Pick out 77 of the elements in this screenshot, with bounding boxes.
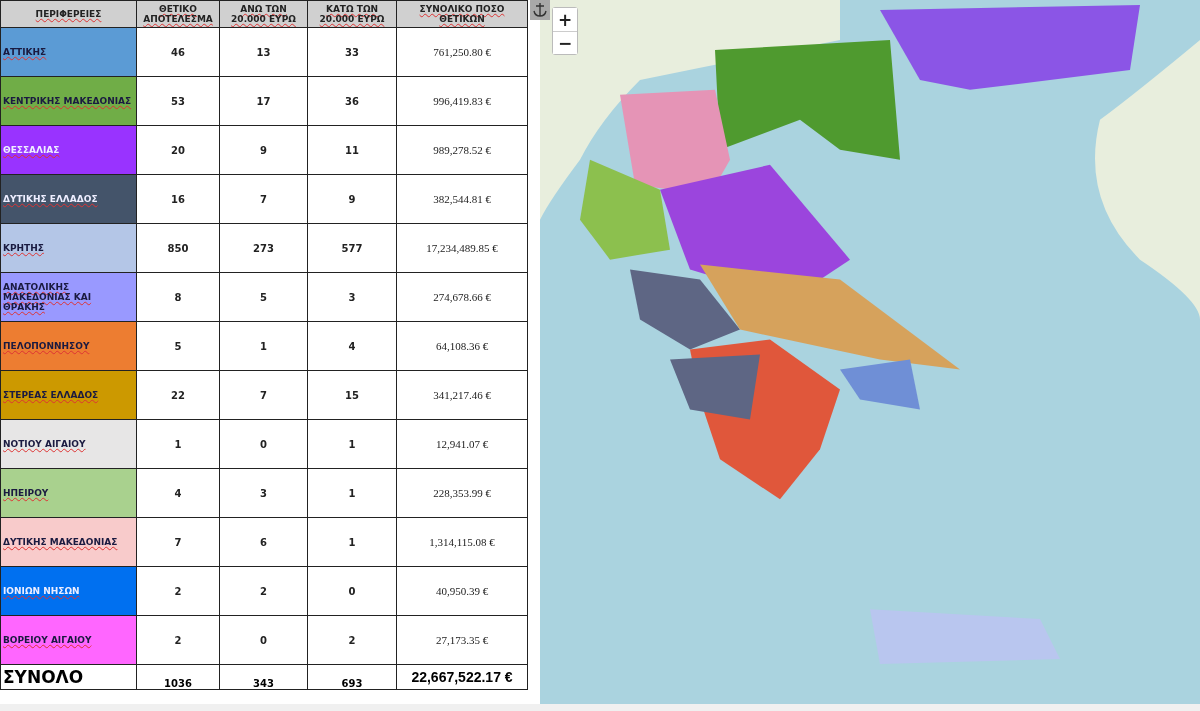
- table-cell: 64,108.36 €: [396, 321, 528, 371]
- table-cell: 228,353.99 €: [396, 468, 528, 518]
- table-cell: 8: [136, 272, 220, 322]
- table-cell: 996,419.83 €: [396, 76, 528, 126]
- region-cell: ΔΥΤΙΚΗΣ ΜΑΚΕΔΟΝΙΑΣ: [0, 517, 137, 567]
- table-cell: 0: [219, 615, 308, 665]
- column-header: ΣΥΝΟΛΙΚΟ ΠΟΣΟ ΘΕΤΙΚΩΝ: [396, 0, 528, 28]
- table-cell: 27,173.35 €: [396, 615, 528, 665]
- total-cell: 343: [219, 664, 308, 690]
- table-cell: 341,217.46 €: [396, 370, 528, 420]
- region-cell: ΠΕΛΟΠΟΝΝΗΣΟΥ: [0, 321, 137, 371]
- table-cell: 577: [307, 223, 397, 273]
- table-cell: 46: [136, 27, 220, 77]
- column-header: ΑΝΩ ΤΩΝ 20.000 ΕΥΡΩ: [219, 0, 308, 28]
- table-cell: 16: [136, 174, 220, 224]
- table-cell: 6: [219, 517, 308, 567]
- table-cell: 761,250.80 €: [396, 27, 528, 77]
- table-cell: 20: [136, 125, 220, 175]
- column-header: ΘΕΤΙΚΟ ΑΠΟΤΕΛΕΣΜΑ: [136, 0, 220, 28]
- table-cell: 850: [136, 223, 220, 273]
- table-cell: 2: [307, 615, 397, 665]
- table-cell: 7: [219, 370, 308, 420]
- total-cell: 1036: [136, 664, 220, 690]
- total-cell: 22,667,522.17 €: [396, 664, 528, 690]
- zoom-out-button[interactable]: −: [553, 31, 577, 54]
- column-header: ΚΑΤΩ ΤΩΝ 20.000 ΕΥΡΩ: [307, 0, 397, 28]
- region-cell: ΣΤΕΡΕΑΣ ΕΛΛΑΔΟΣ: [0, 370, 137, 420]
- table-cell: 1: [219, 321, 308, 371]
- table-cell: 53: [136, 76, 220, 126]
- table-cell: 4: [136, 468, 220, 518]
- table-cell: 9: [307, 174, 397, 224]
- region-cell: ΘΕΣΣΑΛΙΑΣ: [0, 125, 137, 175]
- table-cell: 3: [219, 468, 308, 518]
- region-cell: ΚΡΗΤΗΣ: [0, 223, 137, 273]
- region-cell: ΑΝΑΤΟΛΙΚΗΣ ΜΑΚΕΔΟΝΙΑΣ ΚΑΙ ΘΡΑΚΗΣ: [0, 272, 137, 322]
- anchor-icon[interactable]: [530, 0, 550, 20]
- table-cell: 1,314,115.08 €: [396, 517, 528, 567]
- region-cell: ΒΟΡΕΙΟΥ ΑΙΓΑΙΟΥ: [0, 615, 137, 665]
- total-cell: 693: [307, 664, 397, 690]
- table-cell: 2: [219, 566, 308, 616]
- table-cell: 273: [219, 223, 308, 273]
- table-cell: 17,234,489.85 €: [396, 223, 528, 273]
- table-cell: 4: [307, 321, 397, 371]
- region-cell: ΚΕΝΤΡΙΚΗΣ ΜΑΚΕΔΟΝΙΑΣ: [0, 76, 137, 126]
- table-cell: 2: [136, 615, 220, 665]
- table-cell: 0: [219, 419, 308, 469]
- table-cell: 0: [307, 566, 397, 616]
- table-cell: 989,278.52 €: [396, 125, 528, 175]
- table-cell: 1: [307, 468, 397, 518]
- table-cell: 7: [136, 517, 220, 567]
- table-cell: 274,678.66 €: [396, 272, 528, 322]
- table-cell: 2: [136, 566, 220, 616]
- region-cell: ΝΟΤΙΟΥ ΑΙΓΑΙΟΥ: [0, 419, 137, 469]
- column-header: ΠΕΡΙΦΕΡΕΙΕΣ: [0, 0, 137, 28]
- region-cell: ΗΠΕΙΡΟΥ: [0, 468, 137, 518]
- table-cell: 1: [307, 419, 397, 469]
- region-cell: ΑΤΤΙΚΗΣ: [0, 27, 137, 77]
- table-cell: 9: [219, 125, 308, 175]
- table-cell: 1: [307, 517, 397, 567]
- region-cell: ΔΥΤΙΚΗΣ ΕΛΛΑΔΟΣ: [0, 174, 137, 224]
- table-cell: 7: [219, 174, 308, 224]
- table-cell: 12,941.07 €: [396, 419, 528, 469]
- table-cell: 1: [136, 419, 220, 469]
- table-cell: 382,544.81 €: [396, 174, 528, 224]
- table-cell: 5: [136, 321, 220, 371]
- region-cell: ΙΟΝΙΩΝ ΝΗΣΩΝ: [0, 566, 137, 616]
- table-cell: 17: [219, 76, 308, 126]
- table-cell: 13: [219, 27, 308, 77]
- total-label: ΣΥΝΟΛΟ: [0, 664, 137, 690]
- table-cell: 15: [307, 370, 397, 420]
- table-cell: 22: [136, 370, 220, 420]
- table-cell: 3: [307, 272, 397, 322]
- table-cell: 5: [219, 272, 308, 322]
- table-cell: 11: [307, 125, 397, 175]
- table-cell: 36: [307, 76, 397, 126]
- table-cell: 33: [307, 27, 397, 77]
- table-cell: 40,950.39 €: [396, 566, 528, 616]
